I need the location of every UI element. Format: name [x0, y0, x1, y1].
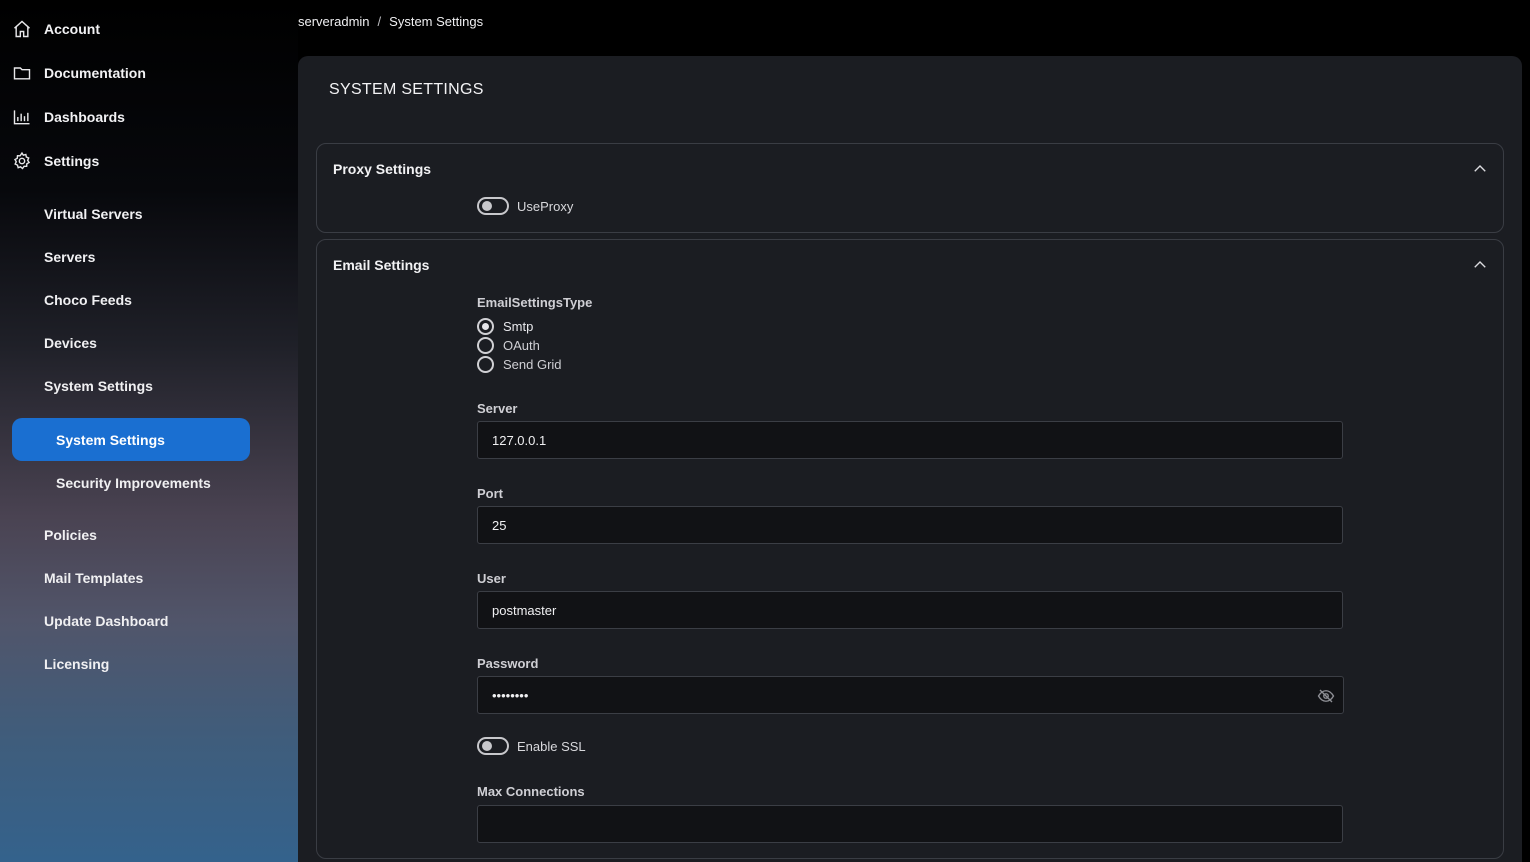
breadcrumb-current: System Settings	[389, 14, 484, 29]
radio-send-grid[interactable]: Send Grid	[477, 355, 562, 374]
email-type-label: EmailSettingsType	[477, 295, 593, 310]
email-settings-title[interactable]: Email Settings	[333, 257, 429, 273]
password-value: ••••••••	[492, 687, 529, 703]
chevron-up-icon[interactable]	[1471, 256, 1489, 274]
breadcrumb: serveradmin / System Settings	[298, 14, 483, 29]
sidebar-item-dashboards[interactable]: Dashboards	[12, 101, 125, 133]
password-label: Password	[477, 656, 539, 671]
sidebar-item-account[interactable]: Account	[12, 13, 100, 45]
email-type-radio-group: Smtp OAuth Send Grid	[477, 317, 562, 374]
page-title: SYSTEM SETTINGS	[329, 81, 484, 98]
radio-smtp[interactable]: Smtp	[477, 317, 562, 336]
radio-label: OAuth	[503, 338, 540, 353]
sidebar-item-licensing[interactable]: Licensing	[44, 649, 109, 679]
toggle-track[interactable]	[477, 197, 509, 215]
sidebar-item-policies[interactable]: Policies	[44, 520, 97, 550]
sidebar-item-mail-templates[interactable]: Mail Templates	[44, 563, 143, 593]
sidebar-item-label: Documentation	[44, 65, 146, 81]
user-label: User	[477, 571, 506, 586]
gear-icon	[12, 151, 32, 171]
proxy-settings-title[interactable]: Proxy Settings	[333, 161, 431, 177]
radio-circle[interactable]	[477, 318, 494, 335]
radio-label: Smtp	[503, 319, 534, 334]
sidebar-item-virtual-servers[interactable]: Virtual Servers	[44, 199, 143, 229]
server-label: Server	[477, 401, 518, 416]
user-input[interactable]: postmaster	[477, 591, 1343, 629]
enable-ssl-label: Enable SSL	[517, 738, 586, 754]
port-label: Port	[477, 486, 503, 501]
folder-icon	[12, 63, 32, 83]
radio-circle[interactable]	[477, 337, 494, 354]
chevron-up-icon[interactable]	[1471, 160, 1489, 178]
breadcrumb-separator: /	[377, 14, 382, 29]
sidebar-item-system-settings[interactable]: System Settings	[12, 418, 250, 461]
sidebar-item-servers[interactable]: Servers	[44, 242, 95, 272]
password-input[interactable]: ••••••••	[477, 676, 1344, 714]
server-input[interactable]: 127.0.0.1	[477, 421, 1343, 459]
bar-chart-icon	[12, 107, 32, 127]
sidebar-item-devices[interactable]: Devices	[44, 328, 97, 358]
sidebar-item-choco-feeds[interactable]: Choco Feeds	[44, 285, 132, 315]
enable-ssl-toggle[interactable]: Enable SSL	[477, 737, 586, 755]
radio-label: Send Grid	[503, 357, 562, 372]
sidebar-item-label: Settings	[44, 153, 100, 169]
breadcrumb-root[interactable]: serveradmin	[298, 14, 370, 29]
proxy-settings-card: Proxy Settings UseProxy	[316, 143, 1504, 233]
eye-off-icon[interactable]	[1317, 687, 1335, 705]
sidebar-item-settings[interactable]: Settings	[12, 145, 99, 177]
main-panel: SYSTEM SETTINGS Proxy Settings UseProxy …	[298, 56, 1522, 862]
max-connections-input[interactable]	[477, 805, 1343, 843]
use-proxy-toggle[interactable]: UseProxy	[477, 197, 573, 215]
sidebar-item-security-improvements[interactable]: Security Improvements	[12, 461, 250, 504]
email-settings-card: Email Settings EmailSettingsType Smtp OA…	[316, 239, 1504, 859]
port-input[interactable]: 25	[477, 506, 1343, 544]
sidebar-item-update-dashboard[interactable]: Update Dashboard	[44, 606, 168, 636]
sidebar-item-system-settings-group[interactable]: System Settings	[44, 371, 153, 401]
sidebar: Account Documentation Dashboards Setting…	[0, 0, 298, 862]
max-connections-label: Max Connections	[477, 784, 585, 799]
radio-oauth[interactable]: OAuth	[477, 336, 562, 355]
sidebar-item-label: Account	[44, 21, 100, 37]
sidebar-item-documentation[interactable]: Documentation	[12, 57, 146, 89]
sidebar-item-label: Dashboards	[44, 109, 125, 125]
use-proxy-label: UseProxy	[517, 198, 574, 214]
home-icon	[12, 19, 32, 39]
toggle-track[interactable]	[477, 737, 509, 755]
radio-circle[interactable]	[477, 356, 494, 373]
